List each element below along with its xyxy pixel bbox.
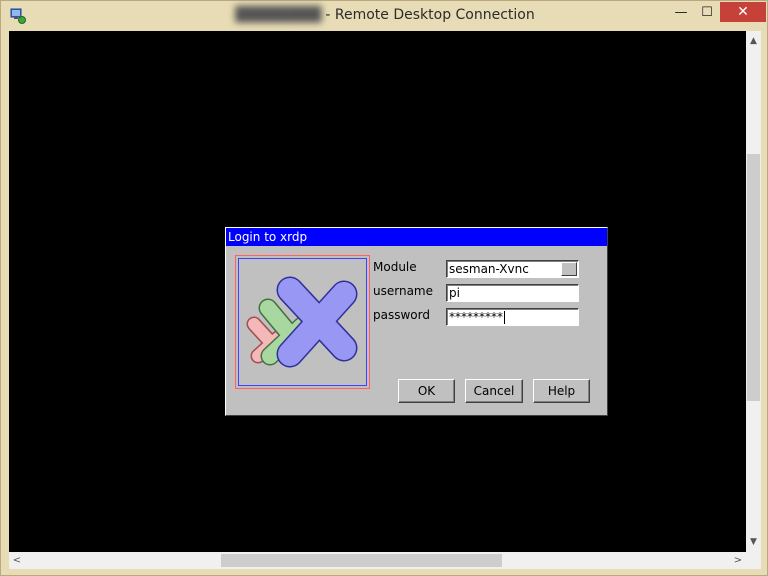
horizontal-scroll-thumb[interactable] <box>221 554 502 567</box>
scroll-up-arrow[interactable]: ▲ <box>746 33 761 49</box>
help-button[interactable]: Help <box>533 379 590 403</box>
text-cursor <box>504 311 505 324</box>
window-title-label: - Remote Desktop Connection <box>325 7 535 23</box>
maximize-icon: ☐ <box>701 4 713 20</box>
dialog-title: Login to xrdp <box>226 228 607 246</box>
rdp-window: ████████ - Remote Desktop Connection — ☐ … <box>0 0 768 576</box>
maximize-button[interactable]: ☐ <box>695 2 719 22</box>
scroll-down-arrow[interactable]: ▼ <box>746 534 761 550</box>
window-title-redacted: ████████ <box>235 7 322 23</box>
password-field[interactable]: ********* <box>446 308 579 326</box>
vertical-scrollbar[interactable]: ▲ ▼ <box>746 31 761 552</box>
minimize-button[interactable]: — <box>669 2 693 22</box>
title-bar[interactable]: ████████ - Remote Desktop Connection — ☐ … <box>1 1 768 31</box>
dropdown-arrow-icon[interactable] <box>561 262 577 276</box>
close-icon: ✕ <box>737 4 749 20</box>
module-label: Module <box>373 260 417 274</box>
password-label: password <box>373 308 430 322</box>
close-button[interactable]: ✕ <box>720 2 766 22</box>
password-value: ********* <box>449 310 503 324</box>
xrdp-login-dialog: Login to xrdp Module sesman-Xvnc usernam… <box>225 227 608 416</box>
username-label: username <box>373 284 433 298</box>
horizontal-scrollbar[interactable]: < > <box>9 552 746 569</box>
window-title: ████████ - Remote Desktop Connection <box>1 7 768 23</box>
module-select-value: sesman-Xvnc <box>449 262 529 276</box>
username-value: pi <box>449 286 460 300</box>
scroll-right-arrow[interactable]: > <box>730 552 746 569</box>
scroll-left-arrow[interactable]: < <box>9 552 25 569</box>
xrdp-logo-icon <box>246 276 358 368</box>
minimize-icon: — <box>674 4 688 20</box>
xrdp-logo <box>235 255 370 389</box>
vertical-scroll-thumb[interactable] <box>747 154 760 401</box>
module-select[interactable]: sesman-Xvnc <box>446 260 579 278</box>
scrollbar-corner <box>746 552 761 569</box>
cancel-button[interactable]: Cancel <box>465 379 523 403</box>
username-field[interactable]: pi <box>446 284 579 302</box>
ok-button[interactable]: OK <box>398 379 455 403</box>
